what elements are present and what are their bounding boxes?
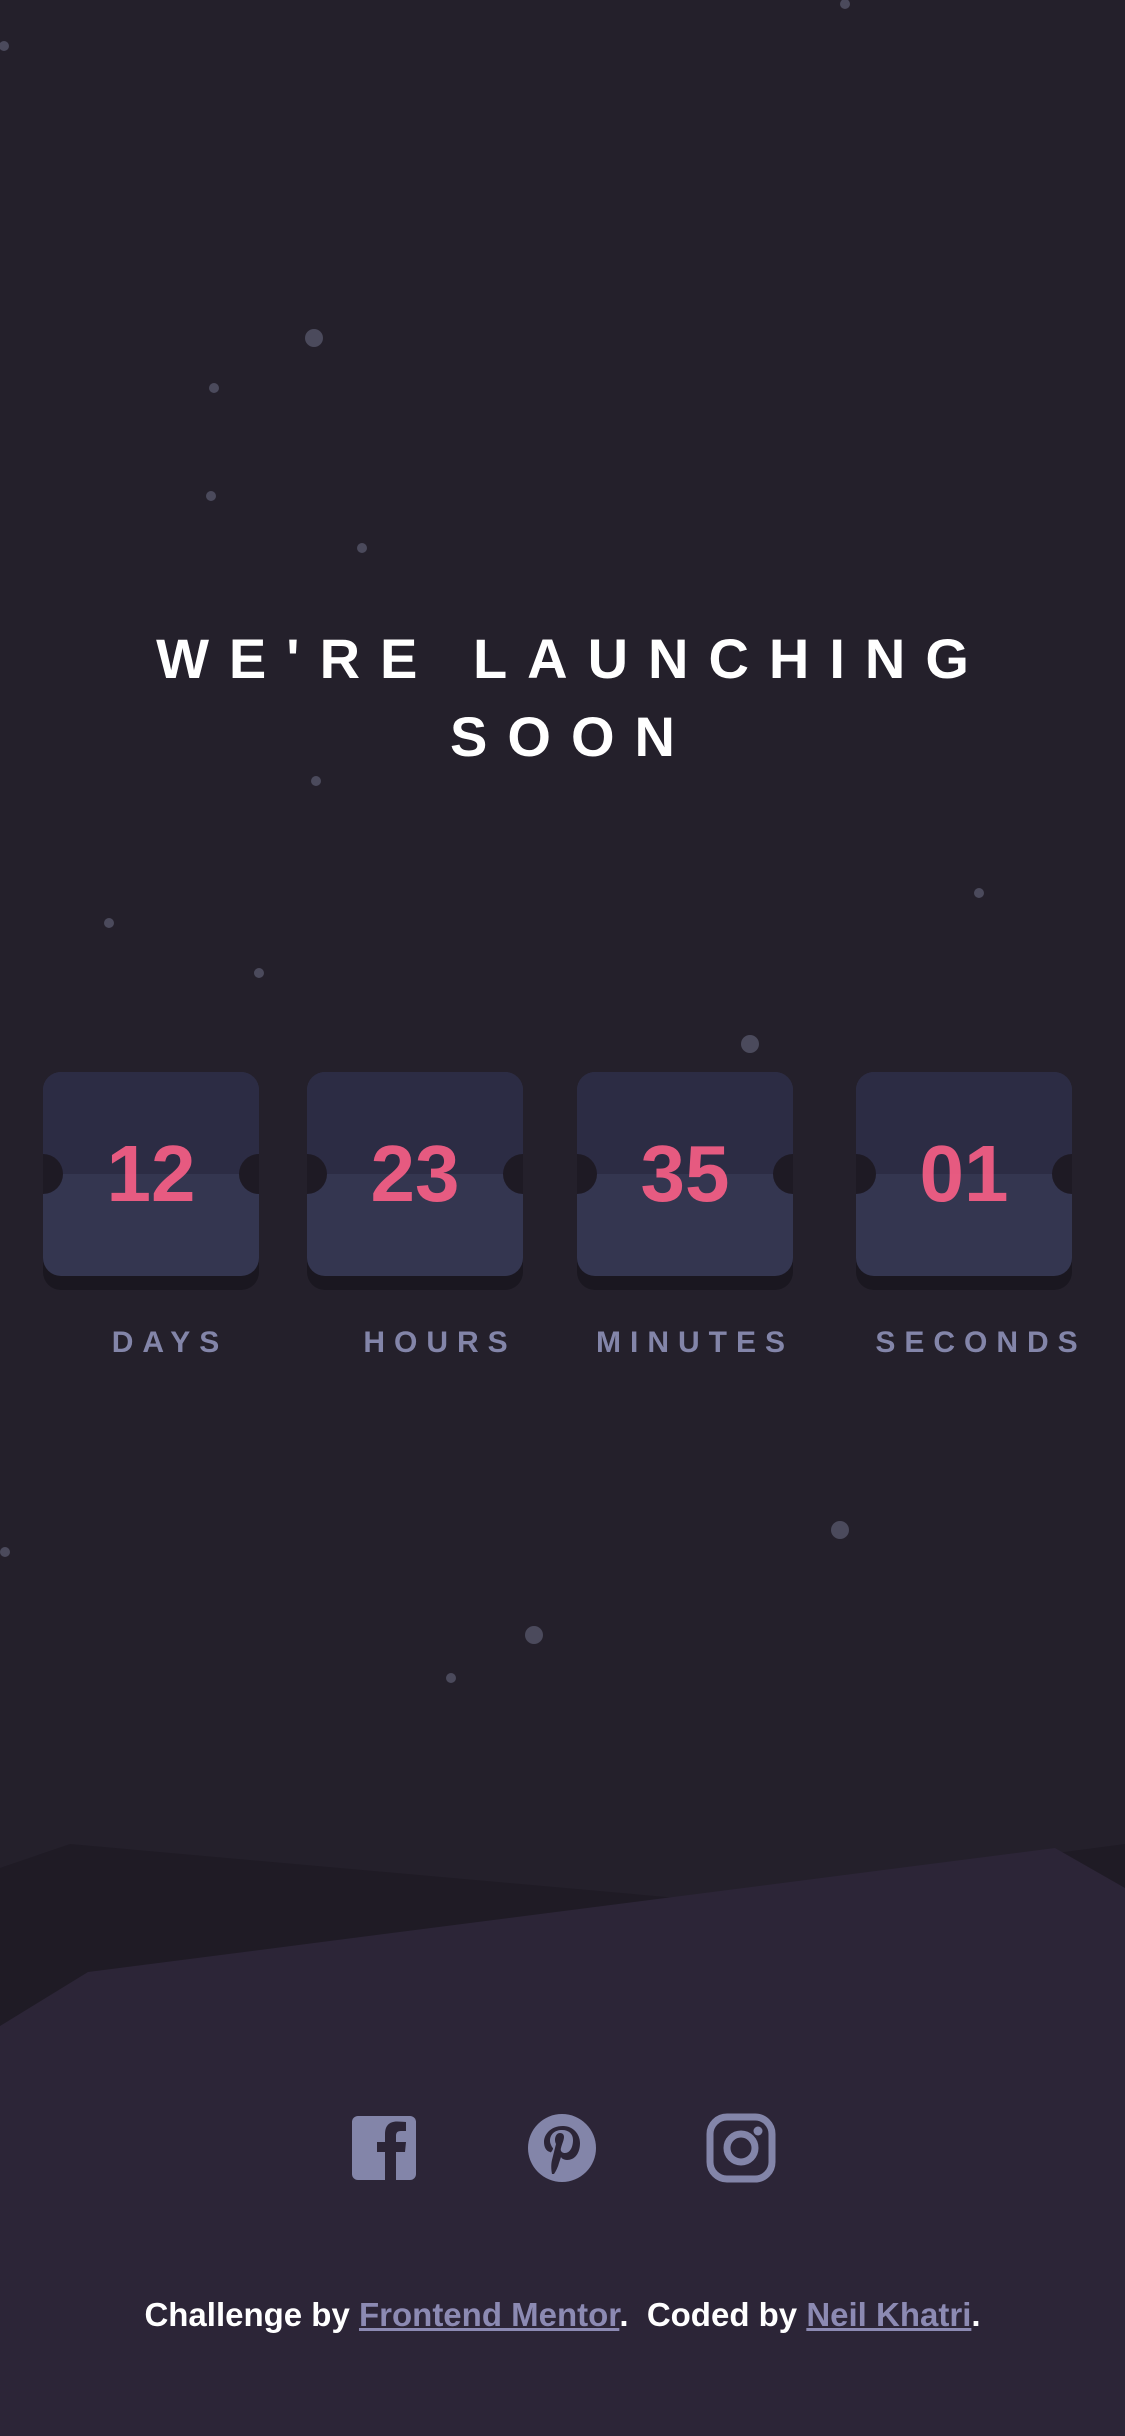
- footer-attribution: Challenge by Frontend Mentor. Coded by N…: [0, 2296, 1125, 2334]
- social-links: [0, 2112, 1125, 2184]
- pinterest-icon[interactable]: [526, 2112, 598, 2184]
- hills-background: [0, 1844, 1125, 2436]
- author-link[interactable]: Neil Khatri: [806, 2296, 971, 2333]
- facebook-icon[interactable]: [348, 2112, 420, 2184]
- footer-prefix: Challenge by: [144, 2296, 359, 2333]
- frontend-mentor-link[interactable]: Frontend Mentor: [359, 2296, 619, 2333]
- instagram-icon[interactable]: [705, 2112, 777, 2184]
- footer-suffix: .: [971, 2296, 981, 2333]
- footer-middle: . Coded by: [619, 2296, 807, 2333]
